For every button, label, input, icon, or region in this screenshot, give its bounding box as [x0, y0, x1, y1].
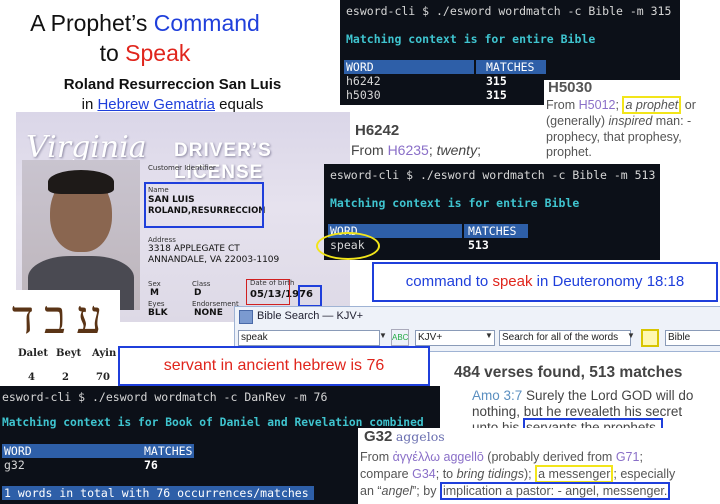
letter-name-ayin: Ayin: [92, 348, 117, 359]
highlight-a-messenger: a messenger: [535, 465, 614, 483]
sex-label: Sex: [148, 280, 161, 288]
letter-value-beyt: 2: [62, 372, 69, 383]
letter-value-ayin: 70: [96, 372, 110, 383]
result-line1: Amo 3:7 Surely the Lord GOD will do: [472, 388, 694, 403]
table-row-matches: 315: [486, 88, 507, 102]
letter-name-beyt: Beyt: [56, 348, 82, 359]
search-scope-select[interactable]: Search for all of the words: [499, 330, 631, 346]
greek-word: ἀγγέλλω: [392, 450, 441, 464]
table-row-matches: 513: [468, 238, 489, 252]
dictionary-entry-g32: G32 aggelos From ἀγγέλλω aggellō (probab…: [358, 428, 720, 504]
strongs-link[interactable]: G34: [412, 467, 436, 481]
address-label: Address: [148, 236, 176, 244]
terminal-context: Matching context is for entire Bible: [346, 32, 596, 46]
verse-reference-link[interactable]: Amo 3:7: [472, 388, 522, 403]
result-line2: nothing, but he revealeth his secret: [472, 404, 683, 419]
caption-command-to-speak: command to speak in Deuteronomy 18:18: [372, 262, 718, 302]
terminal-prompt: esword-cli $ ./esword wordmatch -c DanRe…: [2, 390, 328, 404]
customer-identifier-label: Customer Identifier: [148, 164, 216, 172]
entry-line1: From H5012; a prophet or: [546, 96, 696, 114]
table-row-matches: 315: [486, 74, 507, 88]
version-select[interactable]: KJV+: [415, 330, 495, 346]
terminal-summary: 1 words in total with 76 occurrences/mat…: [2, 486, 314, 500]
gematria-line: in Hebrew Gematria equals: [0, 96, 345, 113]
entry-line2: (generally) inspired man: -: [546, 114, 692, 128]
entry-heading: G32: [364, 428, 393, 445]
license-photo: [22, 160, 140, 310]
hair-shape: [48, 170, 114, 194]
entry-line4: prophet.: [546, 145, 592, 159]
entry-line3: prophecy, that prophesy,: [546, 130, 682, 144]
hebrew-letters: עבד: [11, 290, 113, 344]
search-window-icon: [239, 310, 253, 324]
endorsement-label: Endorsement: [192, 300, 239, 308]
column-header-matches: MATCHES: [464, 224, 528, 238]
name-highlight-box: [144, 182, 264, 228]
title-command-word: Command: [153, 10, 260, 36]
terminal-context: Matching context is for entire Bible: [330, 196, 580, 210]
table-row-matches: 76: [144, 458, 158, 472]
dob-highlight-box: [246, 279, 290, 305]
page-title-line2: to Speak: [0, 40, 290, 67]
terminal-prompt: esword-cli $ ./esword wordmatch -c Bible…: [346, 4, 672, 18]
entry-transliteration: aggelos: [395, 429, 445, 444]
entry-line3: an “angel”; by implication a pastor: - a…: [360, 482, 671, 500]
column-header-word: WORD: [344, 60, 474, 74]
entry-heading: H5030: [548, 79, 593, 96]
address-line2: ANNANDALE, VA 22003-1109: [148, 255, 280, 265]
title-speak-word: Speak: [125, 40, 191, 66]
strongs-link[interactable]: H6235: [388, 142, 429, 158]
address-line1: 3318 APPLEGATE CT: [148, 244, 240, 254]
scope-dropdown-icon[interactable]: ▼: [627, 331, 635, 340]
caption-servant: servant in ancient hebrew is 76: [118, 346, 430, 386]
class-label: Class: [192, 280, 211, 288]
dictionary-entry-h6242: H6242 From H6235; twenty;: [350, 120, 544, 164]
search-target-icon[interactable]: [641, 329, 659, 347]
strongs-link[interactable]: G71: [616, 450, 640, 464]
letter-value-dalet: 4: [28, 372, 35, 383]
search-query-input[interactable]: speak: [238, 330, 380, 346]
highlight-a-prophet: a prophet: [622, 96, 682, 114]
gematria-link[interactable]: Hebrew Gematria: [97, 96, 215, 113]
dob-year-highlight-box: [298, 285, 322, 307]
person-name: Roland Resurreccion San Luis: [63, 76, 282, 93]
strongs-link[interactable]: H5012: [579, 98, 616, 112]
search-window-title: Bible Search — KJV+: [257, 310, 364, 322]
results-summary: 484 verses found, 513 matches: [454, 364, 683, 381]
page-title-line1: A Prophet’s Command: [0, 10, 290, 37]
entry-line2: compare G34; to bring tidings); a messen…: [360, 465, 676, 483]
table-row-word: h6242: [346, 74, 381, 88]
equals-text: equals: [215, 96, 264, 113]
highlight-pastor: implication a pastor: - angel, messenger…: [439, 482, 671, 500]
column-header-matches: MATCHES: [140, 444, 194, 458]
title-text: A Prophet’s: [30, 10, 154, 36]
in-text: in: [81, 96, 98, 113]
class-value: D: [194, 288, 202, 298]
letter-name-dalet: Dalet: [18, 348, 48, 359]
eyes-label: Eyes: [148, 300, 165, 308]
entry-line1: From ἀγγέλλω aggellō (probably derived f…: [360, 450, 643, 464]
search-target-select[interactable]: Bible: [665, 330, 720, 346]
column-header-word: WORD: [2, 444, 140, 458]
entry-heading: H6242: [355, 122, 400, 139]
spellcheck-icon[interactable]: ABC: [391, 329, 409, 346]
sex-value: M: [150, 288, 159, 298]
table-row-word: g32: [4, 458, 25, 472]
hebrew-servant-word: עבד Dalet Beyt Ayin 4 2 70: [0, 290, 120, 386]
dropdown-arrow-icon[interactable]: ▼: [379, 331, 387, 340]
endorsement-value: NONE: [194, 308, 223, 318]
column-header-matches: MATCHES: [476, 60, 546, 74]
version-dropdown-icon[interactable]: ▼: [485, 331, 493, 340]
eyes-value: BLK: [148, 308, 168, 318]
entry-heading-line: G32 aggelos: [364, 428, 445, 445]
table-row-word: h5030: [346, 88, 381, 102]
entry-line1: From H6235; twenty;: [351, 142, 481, 158]
speak-highlight-ellipse: [316, 232, 380, 260]
caption-speak-word: speak: [492, 273, 533, 290]
terminal-prompt: esword-cli $ ./esword wordmatch -c Bible…: [330, 168, 656, 182]
dictionary-entry-h5030: H5030 From H5012; a prophet or (generall…: [544, 80, 720, 162]
title-to: to: [99, 40, 126, 66]
